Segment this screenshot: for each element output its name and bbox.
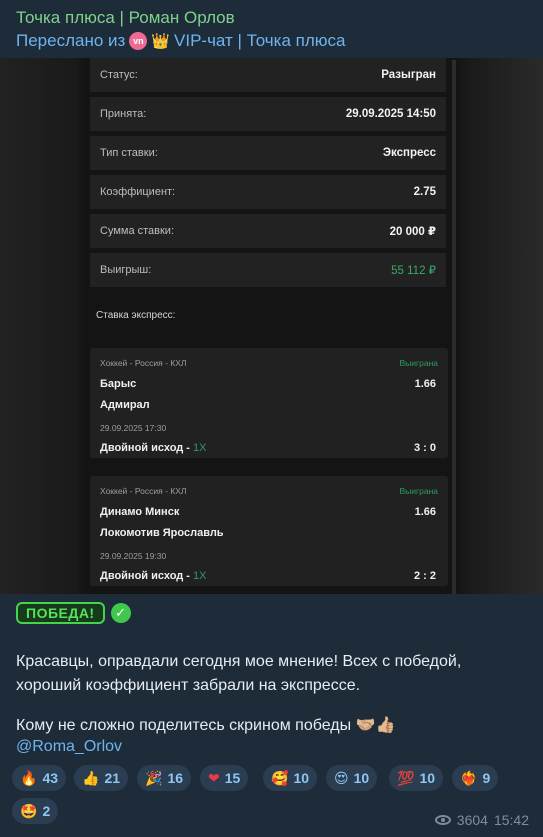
event-score: 3 : 0	[413, 442, 436, 454]
views-count: 3604	[456, 812, 488, 828]
message-text: Красавцы, оправдали сегодня мое мнение! …	[16, 653, 462, 694]
bet-row-status: Статус: Разыгран	[90, 58, 446, 92]
bet-event-card: Хоккей - Россия - КХЛ Выиграна Динамо Ми…	[90, 476, 448, 586]
event-status: Выиграна	[399, 358, 438, 368]
event-odd: 1.66	[414, 506, 436, 518]
forwarded-source[interactable]: VIP-чат | Точка плюса	[174, 31, 345, 51]
reaction-count: 21	[104, 770, 121, 786]
sender-name[interactable]: Точка плюса | Роман Орлов	[16, 8, 235, 28]
row-label: Тип ставки:	[100, 147, 158, 159]
event-league: Хоккей - Россия - КХЛ	[100, 486, 187, 496]
reaction-party[interactable]: 🎉 16	[137, 765, 192, 791]
reaction-count: 9	[482, 770, 491, 786]
message-bubble: Точка плюса | Роман Орлов Переслано из v…	[0, 0, 543, 837]
reaction-count: 15	[224, 770, 241, 786]
mention-link[interactable]: @Roma_Orlov	[16, 738, 122, 756]
reaction-fire[interactable]: 🔥 43	[12, 765, 67, 791]
heart-icon: ❤	[208, 769, 220, 786]
reaction-heart-eyes[interactable]: 😍 10	[326, 765, 378, 791]
heart-on-fire-icon: ❤‍🔥	[460, 769, 478, 786]
market-name: Двойной исход -	[100, 570, 194, 582]
victory-line: ПОБЕДА! ✓	[16, 602, 131, 624]
bet-row-type: Тип ставки: Экспресс	[90, 136, 446, 170]
row-label: Выигрыш:	[100, 264, 152, 276]
party-popper-icon: 🎉	[145, 769, 163, 786]
reaction-count: 10	[353, 770, 370, 786]
reaction-heart-on-fire[interactable]: ❤‍🔥 9	[452, 765, 499, 791]
victory-badge: ПОБЕДА!	[16, 602, 105, 624]
event-team-home: Барыс	[100, 378, 137, 390]
reaction-thumbs-up[interactable]: 👍 21	[74, 765, 129, 791]
event-market: Двойной исход - 1X	[100, 570, 207, 582]
event-odd: 1.66	[414, 378, 436, 390]
hundred-points-icon: 💯	[397, 769, 415, 786]
reaction-heart[interactable]: ❤ 15	[200, 765, 249, 791]
forwarded-prefix: Переслано из	[16, 31, 126, 50]
market-pick: 1X	[193, 442, 207, 454]
message-meta: 3604 15:42	[434, 812, 529, 828]
bet-screenshot-image[interactable]: Статус: Разыгран Принята: 29.09.2025 14:…	[0, 58, 543, 594]
star-struck-icon: 🤩	[20, 802, 38, 819]
event-datetime: 29.09.2025 19:30	[100, 551, 167, 561]
reaction-smiling-hearts[interactable]: 🥰 10	[263, 765, 318, 791]
reaction-count: 10	[419, 770, 436, 786]
reaction-star-struck[interactable]: 🤩 2	[12, 798, 59, 824]
views-eye-icon	[434, 815, 451, 825]
event-score: 2 : 2	[413, 570, 436, 582]
express-section-title: Ставка экспресс:	[96, 310, 176, 321]
market-name: Двойной исход -	[100, 442, 194, 454]
heart-eyes-icon: 😍	[334, 769, 349, 786]
bet-row-winnings: Выигрыш: 55 112 ₽	[90, 253, 446, 287]
row-value: Экспресс	[382, 147, 436, 159]
bet-row-accepted: Принята: 29.09.2025 14:50	[90, 97, 446, 131]
reaction-count: 2	[42, 803, 51, 819]
event-datetime: 29.09.2025 17:30	[100, 423, 167, 433]
fire-icon: 🔥	[20, 769, 38, 786]
bet-slip: Статус: Разыгран Принята: 29.09.2025 14:…	[84, 58, 456, 594]
event-market: Двойной исход - 1X	[100, 442, 207, 454]
message-time: 15:42	[493, 812, 529, 828]
event-status: Выиграна	[399, 486, 438, 496]
row-label: Сумма ставки:	[100, 225, 175, 237]
reaction-count: 10	[293, 770, 310, 786]
event-team-home: Динамо Минск	[100, 506, 180, 518]
scrollbar	[452, 60, 456, 594]
row-label: Принята:	[100, 108, 147, 120]
row-value: 29.09.2025 14:50	[345, 108, 436, 120]
message-text-request: Кому не сложно поделитесь скрином победы…	[16, 717, 396, 734]
bet-row-stake: Сумма ставки: 20 000 ₽	[90, 214, 446, 248]
event-team-away: Локомотив Ярославль	[100, 527, 224, 539]
bet-row-coefficient: Коэффициент: 2.75	[90, 175, 446, 209]
smiling-face-hearts-icon: 🥰	[271, 769, 289, 786]
reaction-count: 16	[167, 770, 184, 786]
forwarded-from[interactable]: Переслано из vn 👑 VIP-чат | Точка плюса	[16, 31, 345, 51]
market-pick: 1X	[193, 570, 207, 582]
row-value: 55 112 ₽	[391, 265, 436, 277]
thumbs-up-icon: 👍	[82, 769, 100, 786]
vn-avatar-icon: vn	[129, 32, 148, 50]
reaction-hundred[interactable]: 💯 10	[389, 765, 444, 791]
event-league: Хоккей - Россия - КХЛ	[100, 358, 187, 368]
row-label: Статус:	[100, 69, 138, 81]
bet-event-card: Хоккей - Россия - КХЛ Выиграна Барыс 1.6…	[90, 348, 448, 458]
row-value: 2.75	[413, 186, 436, 198]
check-icon: ✓	[110, 603, 131, 623]
row-label: Коэффициент:	[100, 186, 176, 198]
row-value: 20 000 ₽	[389, 226, 436, 238]
reaction-count: 43	[42, 770, 59, 786]
event-team-away: Адмирал	[100, 399, 150, 411]
row-value: Разыгран	[381, 69, 436, 81]
crown-icon: 👑	[151, 33, 171, 50]
